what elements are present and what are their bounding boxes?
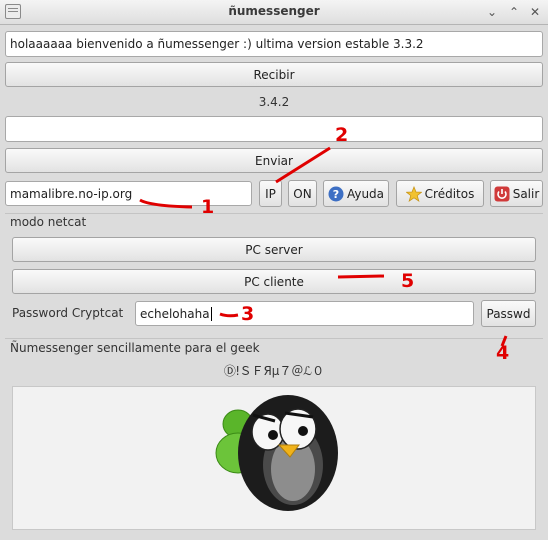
annotation-5: 5	[401, 270, 415, 292]
annotation-stroke-2	[275, 146, 331, 184]
annotation-stroke-1	[139, 198, 193, 209]
annotation-stroke-5	[337, 274, 385, 279]
annotation-layer	[139, 146, 508, 347]
annotation-3: 3	[241, 303, 255, 325]
annotation-2: 2	[335, 124, 349, 146]
annotation-stroke-3	[219, 312, 239, 318]
annotation-4: 4	[496, 342, 510, 364]
annotation-1: 1	[201, 196, 215, 218]
